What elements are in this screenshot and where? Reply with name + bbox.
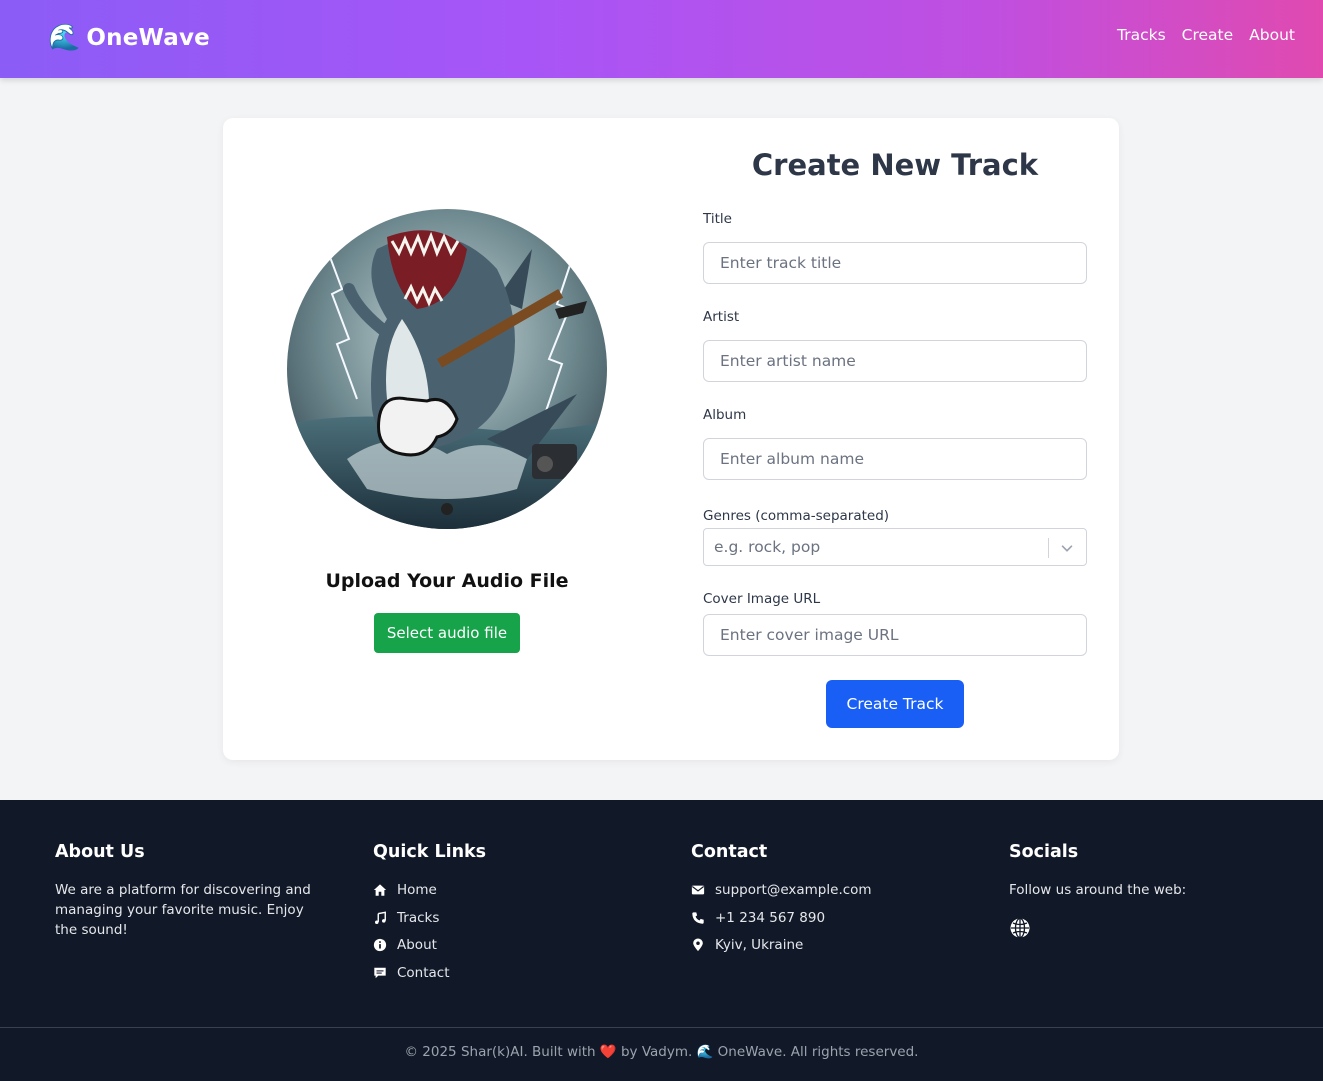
title-input[interactable] (703, 242, 1087, 284)
mail-icon (691, 885, 705, 895)
album-input[interactable] (703, 438, 1087, 480)
create-track-button[interactable]: Create Track (826, 680, 964, 728)
site-footer: About Us We are a platform for discoveri… (0, 800, 1323, 1081)
chevron-down-icon[interactable] (1058, 539, 1076, 557)
cover-image (287, 209, 607, 529)
cover-url-label: Cover Image URL (703, 591, 821, 607)
wave-icon: 🌊 (48, 23, 81, 53)
footer-contact: Contact support@example.com +1 234 567 8… (691, 842, 981, 963)
home-icon (373, 884, 387, 896)
footer-about: About Us We are a platform for discoveri… (55, 842, 345, 940)
footer-socials: Socials Follow us around the web: (1009, 842, 1299, 939)
genres-placeholder: e.g. rock, pop (714, 538, 821, 556)
footer-socials-text: Follow us around the web: (1009, 882, 1187, 898)
footer-about-title: About Us (55, 842, 145, 862)
footer-socials-title: Socials (1009, 842, 1079, 862)
footer-link-tracks[interactable]: Tracks (373, 908, 663, 928)
contact-phone[interactable]: +1 234 567 890 (691, 908, 981, 928)
footer-link-about-label[interactable]: About (397, 937, 437, 953)
upload-title: Upload Your Audio File (325, 570, 569, 592)
select-audio-file-button[interactable]: Select audio file (374, 613, 520, 653)
footer-divider (0, 1027, 1323, 1028)
footer-quick-links: Quick Links Home Tracks About Contact (373, 842, 663, 991)
footer-contact-title: Contact (691, 842, 768, 862)
nav-link-tracks[interactable]: Tracks (1117, 26, 1166, 44)
cover-url-input[interactable] (703, 614, 1087, 656)
location-icon (693, 938, 703, 952)
footer-link-home-label[interactable]: Home (397, 882, 437, 898)
footer-links-title: Quick Links (373, 842, 487, 862)
footer-link-contact[interactable]: Contact (373, 963, 663, 983)
artist-label: Artist (703, 309, 740, 325)
select-separator (1048, 538, 1049, 558)
contact-location-label: Kyiv, Ukraine (715, 937, 804, 954)
title-label: Title (703, 211, 732, 227)
contact-location: Kyiv, Ukraine (691, 935, 981, 955)
footer-about-text: We are a platform for discovering and ma… (55, 882, 311, 938)
contact-email[interactable]: support@example.com (691, 880, 981, 900)
footer-link-home[interactable]: Home (373, 880, 663, 900)
brand-name: OneWave (86, 25, 210, 51)
site-header: 🌊 OneWave Tracks Create About (0, 0, 1323, 78)
artist-input[interactable] (703, 340, 1087, 382)
copyright-text: © 2025 Shar(k)AI. Built with ❤️ by Vadym… (404, 1044, 919, 1060)
chat-icon (374, 967, 386, 979)
contact-email-label: support@example.com (715, 882, 872, 898)
nav-link-about[interactable]: About (1249, 26, 1295, 44)
contact-phone-label: +1 234 567 890 (715, 909, 826, 926)
music-icon (375, 911, 386, 924)
footer-link-tracks-label[interactable]: Tracks (397, 910, 439, 926)
phone-icon (692, 912, 704, 924)
create-track-card: Upload Your Audio File Select audio file… (223, 118, 1119, 760)
genres-select[interactable]: e.g. rock, pop (703, 528, 1087, 566)
genres-label: Genres (comma-separated) (703, 508, 890, 524)
footer-link-contact-label[interactable]: Contact (397, 965, 450, 981)
main-nav: Tracks Create About (1117, 26, 1295, 44)
info-icon (373, 939, 387, 952)
album-label: Album (703, 407, 747, 423)
form-title: Create New Track (751, 148, 1039, 182)
nav-link-create[interactable]: Create (1182, 26, 1234, 44)
globe-icon[interactable] (1009, 917, 1031, 939)
brand-logo-link[interactable]: 🌊 OneWave (48, 22, 210, 54)
footer-link-about[interactable]: About (373, 935, 663, 955)
